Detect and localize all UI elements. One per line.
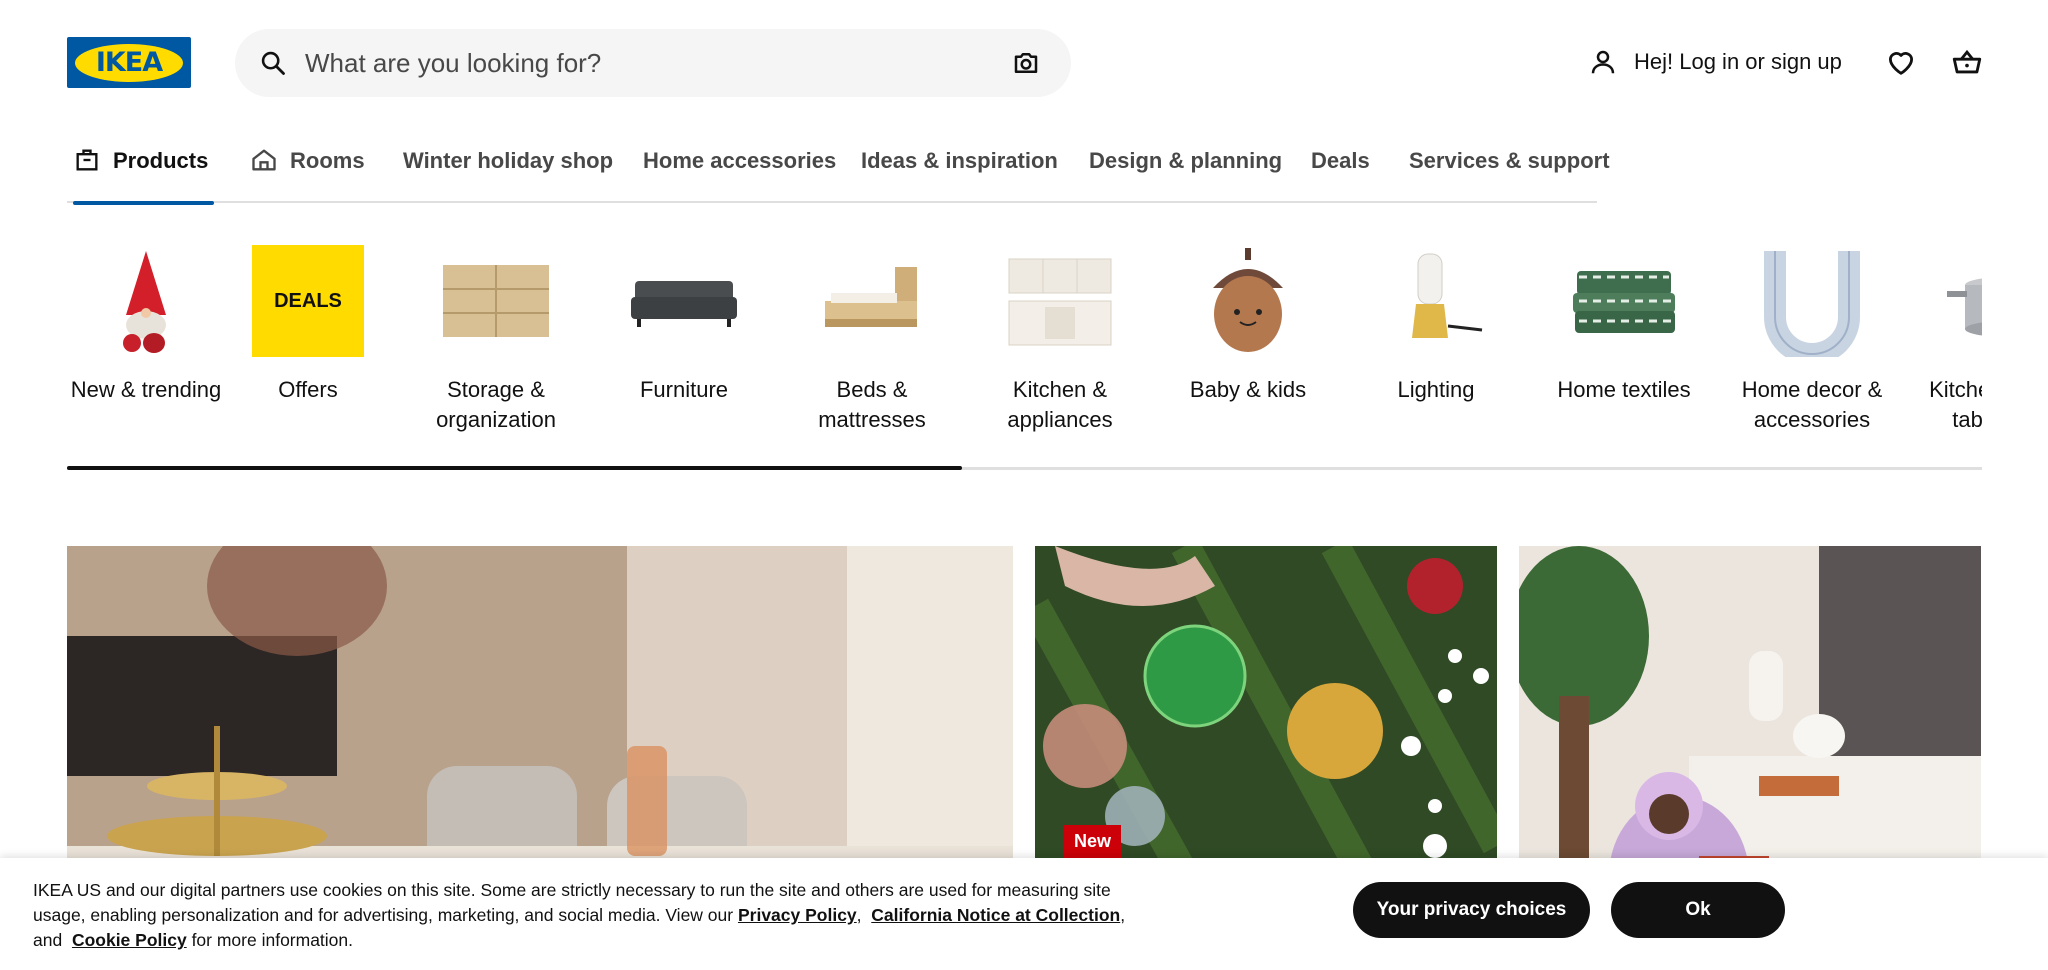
category-kitchen-appliances[interactable]: Kitchen & appliances [970, 245, 1150, 435]
ok-button[interactable]: Ok [1611, 882, 1785, 938]
lantern-icon [1380, 245, 1492, 357]
search-icon[interactable] [259, 49, 287, 77]
carousel-scrollbar[interactable] [67, 466, 1982, 470]
privacy-policy-link[interactable]: Privacy Policy [738, 905, 857, 925]
kitchen-icon [1004, 245, 1116, 357]
rooms-house-icon [252, 149, 276, 171]
sofa-icon [628, 245, 740, 357]
category-label: Lighting [1397, 377, 1475, 402]
gnome-icon [90, 245, 202, 357]
category-label: Beds & mattresses [818, 377, 926, 432]
category-offers[interactable]: DEALS Offers [218, 245, 398, 405]
logo-oval: IKEA [75, 43, 183, 82]
category-label: New & trending [70, 377, 222, 402]
california-notice-link[interactable]: California Notice at Collection [871, 905, 1120, 925]
ikea-logo[interactable]: IKEA [67, 37, 191, 88]
acorn-plush-icon [1192, 245, 1304, 357]
login-label: Hej! Log in or sign up [1634, 49, 1842, 74]
new-badge: New [1064, 825, 1122, 858]
cookie-separator: , [856, 905, 862, 925]
category-storage-organization[interactable]: Storage & organization [406, 245, 586, 435]
category-label: Kitchenware & tableware [1929, 377, 1982, 432]
login-link[interactable]: Hej! Log in or sign up [1588, 40, 1842, 84]
cookie-message: IKEA US and our digital partners use coo… [33, 878, 1143, 953]
category-label: Home decor & accessories [1741, 377, 1883, 432]
category-beds-mattresses[interactable]: Beds & mattresses [782, 245, 962, 435]
textiles-icon [1568, 245, 1680, 357]
category-label: Furniture [639, 377, 729, 402]
logo-text: IKEA [95, 47, 163, 78]
cookie-policy-link[interactable]: Cookie Policy [72, 930, 187, 950]
vase-icon [1756, 245, 1868, 357]
tab-winter-holiday-shop[interactable]: Winter holiday shop [403, 148, 613, 203]
category-label: Home textiles [1557, 377, 1691, 402]
pot-icon [1944, 245, 1982, 357]
category-lighting[interactable]: Lighting [1346, 245, 1526, 405]
user-icon [1591, 50, 1615, 74]
main-nav: Products Rooms Winter holiday shop Home … [67, 130, 1610, 205]
camera-search-icon[interactable] [1011, 48, 1041, 78]
tab-services-support[interactable]: Services & support [1409, 148, 1610, 203]
tab-products-label: Products [113, 148, 209, 173]
category-label: Kitchen & appliances [1007, 377, 1113, 432]
deals-tile-text: DEALS [274, 289, 342, 312]
category-label: Baby & kids [1189, 377, 1307, 402]
privacy-choices-button[interactable]: Your privacy choices [1353, 882, 1590, 938]
category-label: Storage & organization [436, 377, 556, 432]
carousel-scrollbar-thumb[interactable] [67, 466, 962, 470]
heart-icon[interactable] [1884, 45, 1918, 79]
category-kitchenware-tableware[interactable]: Kitchenware & tableware [1910, 245, 1982, 435]
tab-design-planning[interactable]: Design & planning [1089, 148, 1282, 203]
tab-rooms[interactable]: Rooms [250, 148, 365, 203]
dresser-icon [440, 245, 552, 357]
category-furniture[interactable]: Furniture [594, 245, 774, 405]
category-new-trending[interactable]: New & trending [67, 245, 236, 405]
search-input[interactable] [305, 43, 925, 83]
category-baby-kids[interactable]: Baby & kids [1158, 245, 1338, 405]
cookie-banner: IKEA US and our digital partners use coo… [0, 858, 2048, 970]
category-home-textiles[interactable]: Home textiles [1534, 245, 1714, 405]
search-bar[interactable] [235, 29, 1071, 97]
category-home-decor-accessories[interactable]: Home decor & accessories [1722, 245, 1902, 435]
tab-home-accessories[interactable]: Home accessories [643, 148, 836, 203]
bed-icon [816, 245, 928, 357]
tab-rooms-label: Rooms [290, 148, 365, 173]
products-box-icon [76, 149, 98, 171]
category-label: Offers [278, 377, 338, 402]
cookie-tail: for more information. [186, 930, 354, 950]
tab-products[interactable]: Products [73, 148, 215, 205]
category-carousel: New & trending DEALS Offers Storage & or… [67, 245, 1982, 445]
tab-deals[interactable]: Deals [1311, 148, 1370, 203]
site-header: IKEA Hej! Log in or sign up [0, 0, 2048, 125]
cart-icon[interactable] [1950, 45, 1984, 79]
tab-ideas-inspiration[interactable]: Ideas & inspiration [861, 148, 1058, 203]
deals-tile: DEALS [252, 245, 364, 357]
